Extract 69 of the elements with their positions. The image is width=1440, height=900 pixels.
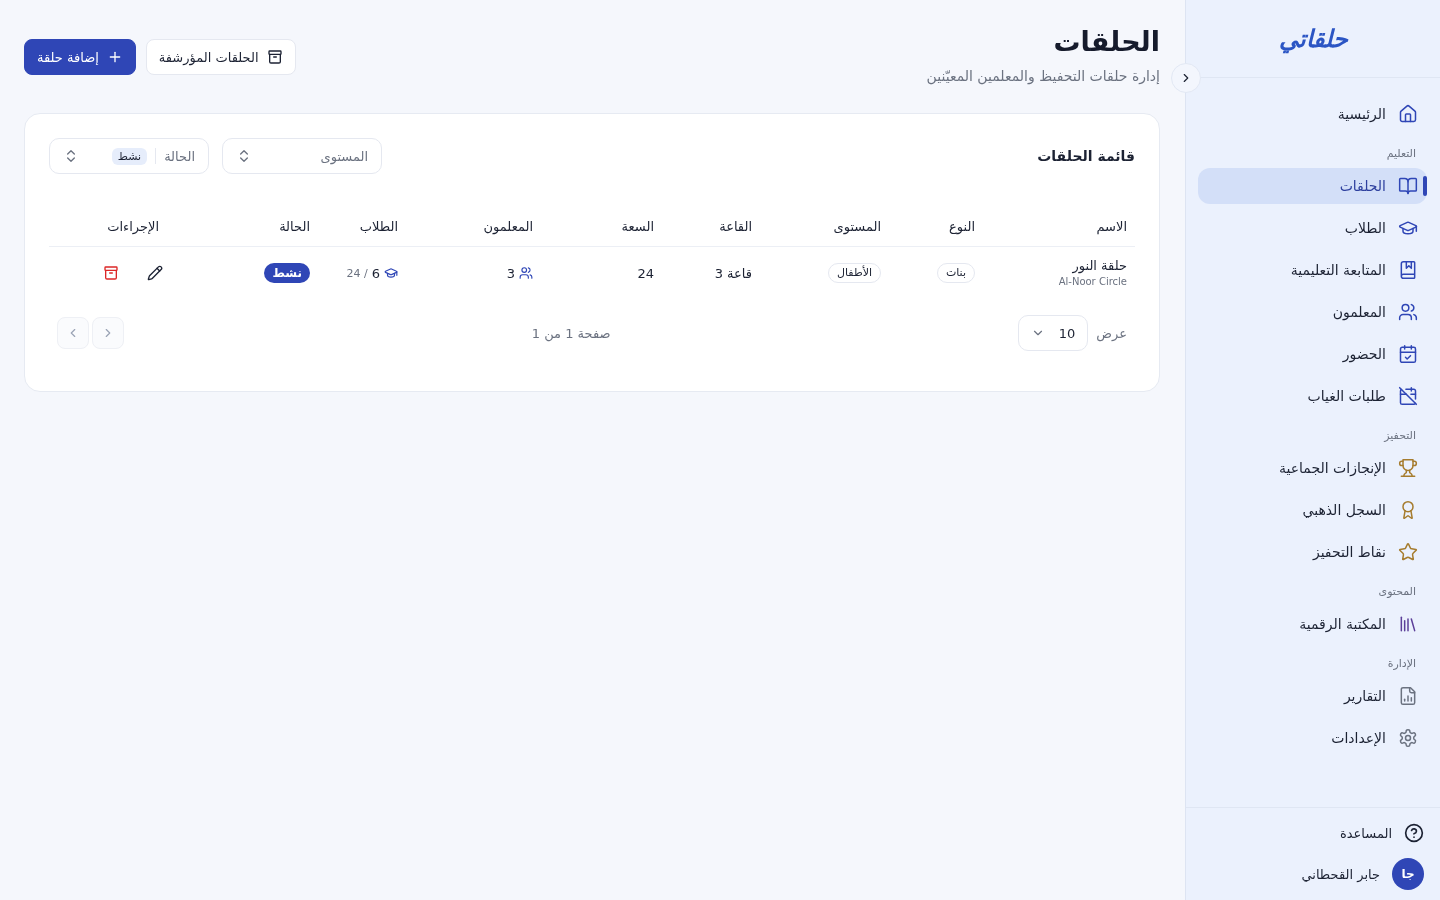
page-subtitle: إدارة حلقات التحفيظ والمعلمين المعيّنين — [926, 67, 1160, 87]
star-icon — [1398, 542, 1418, 562]
filter-value-chip: نشط — [111, 147, 148, 165]
bookmarked-book-icon — [1398, 260, 1418, 280]
page-title: الحلقات — [1052, 25, 1160, 59]
home-icon — [1398, 104, 1418, 124]
user-avatar[interactable]: جا — [1392, 858, 1424, 890]
calendar-check-icon — [1398, 344, 1418, 364]
circle-name: حلقة النور — [1071, 257, 1127, 275]
users-icon — [519, 266, 533, 280]
add-circle-button[interactable]: إضافة حلقة — [24, 39, 136, 75]
column-header: القاعة — [662, 206, 760, 247]
help-icon — [1404, 823, 1424, 843]
settings-icon — [1398, 728, 1418, 748]
nav-item[interactable]: المعلمون — [1198, 294, 1427, 330]
nav-item[interactable]: الإعدادات — [1198, 720, 1427, 756]
nav-section-label: الإدارة — [1386, 656, 1417, 672]
nav-item[interactable]: الرئيسية — [1198, 96, 1427, 132]
active-indicator — [1423, 176, 1427, 196]
column-header: الحالة — [167, 206, 318, 247]
nav-item[interactable]: المكتبة الرقمية — [1198, 606, 1427, 642]
books-icon — [1398, 614, 1418, 634]
nav-item[interactable]: الحضور — [1198, 336, 1427, 372]
status-filter[interactable]: الحالة نشط — [49, 138, 209, 174]
circle-english-name: Al-Noor Circle — [1057, 275, 1127, 289]
nav-item[interactable]: الطلاب — [1198, 210, 1427, 246]
nav-item[interactable]: طلبات الغياب — [1198, 378, 1427, 414]
archive-icon — [266, 49, 283, 65]
column-header: السعة — [541, 206, 662, 247]
nav-item[interactable]: المتابعة التعليمية — [1198, 252, 1427, 288]
app-logo: حلقاتي — [1278, 24, 1348, 53]
nav-item[interactable]: نقاط التحفيز — [1198, 534, 1427, 570]
graduation-cap-icon — [1398, 218, 1418, 238]
collapse-sidebar-button[interactable] — [1171, 63, 1201, 93]
column-header: المعلمون — [406, 206, 541, 247]
trophy-icon — [1398, 458, 1418, 478]
teacher-count: 3 — [506, 265, 515, 281]
column-header: الاسم — [983, 206, 1135, 247]
user-name: جابر القحطاني — [1301, 866, 1380, 882]
nav-section-label: التعليم — [1385, 146, 1417, 162]
nav-section-label: التحفيز — [1382, 428, 1417, 444]
student-count: 6 — [371, 265, 380, 281]
graduation-cap-icon — [384, 266, 398, 280]
users-icon — [1398, 302, 1418, 322]
open-book-icon — [1398, 176, 1418, 196]
help-link[interactable]: المساعدة — [1339, 821, 1424, 845]
page-size-label: عرض — [1096, 325, 1127, 341]
student-capacity: / 24 — [346, 266, 368, 280]
column-header: الإجراءات — [49, 206, 167, 247]
page-info: صفحة 1 من 1 — [531, 325, 611, 341]
table-cell: قاعة 3 — [662, 246, 760, 299]
archived-circles-button[interactable]: الحلقات المؤرشفة — [145, 39, 296, 75]
pencil-icon — [147, 265, 163, 281]
nav-item[interactable]: التقارير — [1198, 678, 1427, 714]
archive-icon — [103, 265, 119, 281]
nav-item[interactable]: الحلقات — [1198, 168, 1427, 204]
column-header: الطلاب — [318, 206, 406, 247]
card-title: قائمة الحلقات — [1037, 148, 1135, 164]
status-badge: نشط — [264, 263, 310, 283]
table-cell: 24 — [541, 246, 662, 299]
column-header: المستوى — [760, 206, 889, 247]
nav-section-label: المحتوى — [1377, 584, 1417, 600]
column-header: النوع — [889, 206, 983, 247]
page-size-select[interactable]: 10 — [1018, 315, 1089, 351]
nav-item[interactable]: السجل الذهبي — [1198, 492, 1427, 528]
nav-item[interactable]: الإنجازات الجماعية — [1198, 450, 1427, 486]
level-filter[interactable]: المستوى — [222, 138, 382, 174]
document-chart-icon — [1398, 686, 1418, 706]
calendar-crossed-icon — [1398, 386, 1418, 406]
